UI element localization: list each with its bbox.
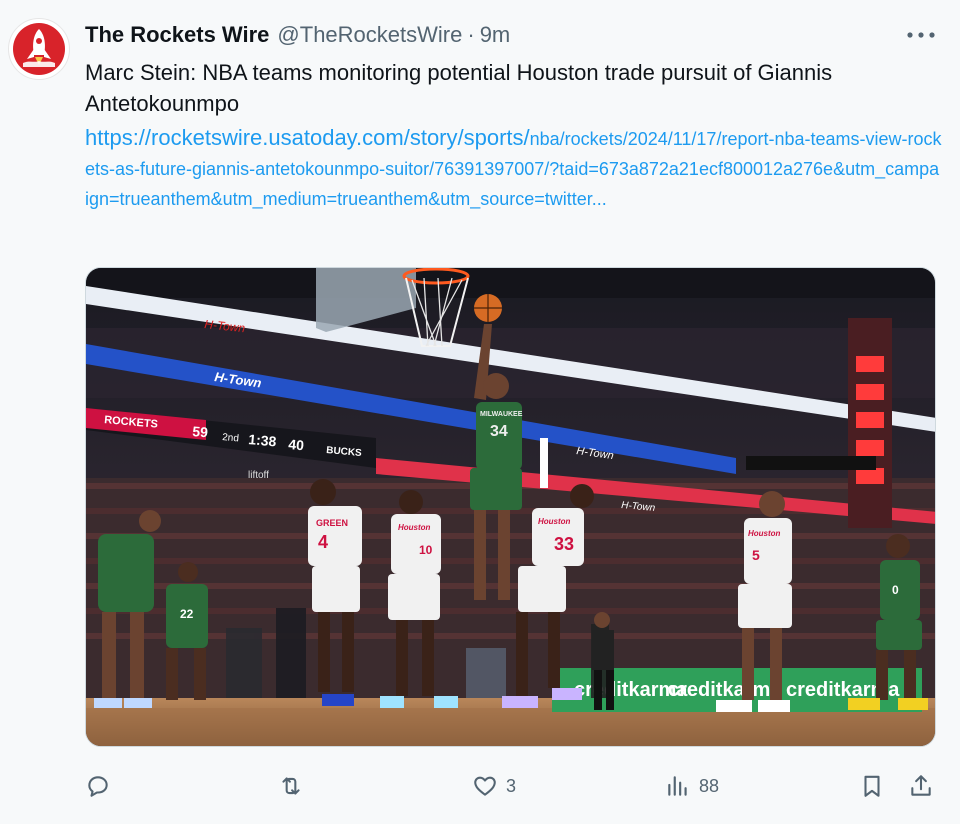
views-count: 88	[699, 775, 720, 796]
avatar[interactable]	[8, 18, 70, 80]
banner-text-5: liftoff	[248, 470, 269, 481]
jersey-5: 5	[752, 547, 760, 563]
scoreboard-period: 2nd	[222, 432, 240, 444]
link-prefix: https://rocketswire.usatoday.com/story/s…	[85, 125, 530, 150]
handle[interactable]: @TheRocketsWire	[277, 22, 462, 48]
tweet-text: Marc Stein: NBA teams monitoring potenti…	[85, 60, 833, 116]
jersey-name-green: GREEN	[316, 518, 348, 528]
bookmark-button[interactable]	[859, 768, 885, 804]
ellipsis-icon	[907, 32, 935, 38]
scoreboard-shot-clock: 40	[288, 436, 305, 453]
views-button[interactable]: 88	[665, 768, 719, 804]
more-options-button[interactable]	[905, 22, 937, 48]
retweet-icon	[282, 777, 300, 795]
jersey-name-houston-5: Houston	[748, 529, 781, 538]
jersey-22: 22	[180, 607, 194, 621]
court-ad-2: creditkarma	[668, 679, 782, 701]
share-button[interactable]	[908, 768, 934, 804]
scoreboard-clock: 1:38	[248, 431, 278, 449]
article-link[interactable]: https://rocketswire.usatoday.com/story/s…	[85, 123, 943, 214]
like-button[interactable]: 3	[472, 768, 516, 804]
heart-icon	[474, 776, 496, 796]
display-name[interactable]: The Rockets Wire	[85, 22, 269, 48]
timestamp[interactable]: 9m	[480, 22, 511, 48]
jersey-0: 0	[892, 583, 899, 597]
tweet-photo[interactable]: H-Town H-Town H-Town ROCKETS 59 2nd 1:38…	[85, 267, 936, 747]
jersey-name-houston-10: Houston	[398, 523, 431, 532]
basketball-game-photo: H-Town H-Town H-Town ROCKETS 59 2nd 1:38…	[86, 268, 935, 746]
tweet-actions: 3 88	[0, 762, 960, 810]
tweet-header: The Rockets Wire @TheRocketsWire · 9m	[85, 18, 510, 52]
jersey-10: 10	[419, 543, 433, 557]
rocket-logo-icon	[13, 23, 65, 75]
like-count: 3	[506, 775, 517, 796]
retweet-button[interactable]	[278, 768, 312, 804]
jersey-34: 34	[490, 423, 508, 440]
share-icon	[911, 775, 931, 796]
reply-icon	[88, 776, 108, 797]
jersey-name-milwaukee: MILWAUKEE	[480, 411, 523, 418]
tweet: The Rockets Wire @TheRocketsWire · 9m Ma…	[0, 0, 960, 824]
views-icon	[668, 776, 687, 796]
jersey-33: 33	[554, 534, 574, 554]
reply-button[interactable]	[85, 768, 119, 804]
jersey-4: 4	[318, 532, 328, 552]
scoreboard-home-score: 59	[192, 423, 209, 440]
jersey-name-houston-33: Houston	[538, 517, 571, 526]
bookmark-icon	[864, 775, 880, 797]
separator: ·	[467, 22, 475, 47]
